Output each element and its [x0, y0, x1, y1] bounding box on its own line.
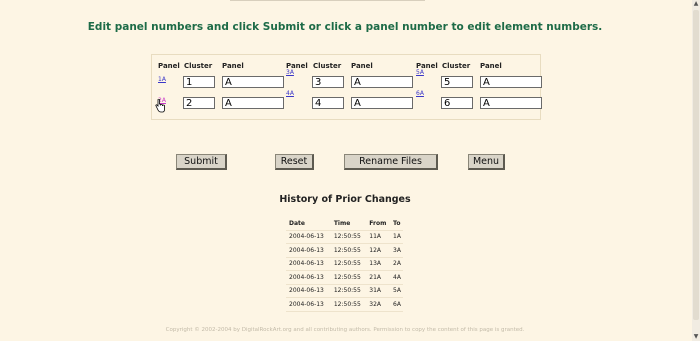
history-to: 4A — [390, 270, 403, 285]
history-date: 2004-06-13 — [286, 243, 331, 258]
history-date: 2004-06-13 — [286, 230, 331, 244]
history-time: 12:50:55 — [330, 284, 367, 298]
cluster-input-6a[interactable] — [441, 97, 473, 109]
history-to: 2A — [390, 257, 403, 271]
scroll-thumb[interactable] — [693, 10, 699, 320]
table-row: 2004-06-13 12:50:55 12A 3A — [286, 243, 403, 258]
history-from: 32A — [366, 297, 391, 312]
cluster-input-4a[interactable] — [312, 97, 344, 109]
history-to: 1A — [390, 230, 403, 244]
submit-button[interactable]: Submit — [176, 154, 227, 170]
history-to: 5A — [390, 284, 403, 298]
instruction-text: Edit panel numbers and click Submit or c… — [87, 21, 603, 33]
hand-pointer-icon — [155, 99, 165, 113]
header-panel-input-1: Panel — [222, 62, 244, 70]
panel-input-1a[interactable] — [222, 76, 284, 88]
panel-input-6a[interactable] — [480, 97, 542, 109]
history-from: 13A — [366, 257, 391, 271]
history-date: 2004-06-13 — [286, 297, 331, 312]
panel-input-2a[interactable] — [222, 97, 284, 109]
table-row: 2004-06-13 12:50:55 31A 5A — [286, 284, 403, 298]
cluster-input-5a[interactable] — [441, 76, 473, 88]
history-time: 12:50:55 — [330, 297, 367, 312]
history-from: 11A — [366, 230, 391, 244]
panel-link-6a[interactable]: 6A — [416, 90, 424, 97]
rename-files-button[interactable]: Rename Files — [344, 154, 438, 170]
history-from: 12A — [366, 243, 391, 258]
header-cluster-2: Cluster — [313, 62, 342, 70]
history-to: 3A — [390, 243, 403, 258]
panel-link-4a[interactable]: 4A — [286, 90, 294, 97]
table-row: 2004-06-13 12:50:55 11A 1A — [286, 230, 403, 244]
history-time: 12:50:55 — [330, 230, 367, 244]
menu-button[interactable]: Menu — [468, 154, 505, 170]
history-header-from: From — [366, 217, 391, 231]
history-time: 12:50:55 — [330, 243, 367, 258]
history-to: 6A — [390, 297, 403, 312]
history-header-to: To — [390, 217, 403, 231]
reset-button[interactable]: Reset — [275, 154, 314, 170]
panel-link-1a[interactable]: 1A — [158, 76, 166, 83]
vertical-scrollbar[interactable]: ▲ ▼ — [692, 0, 700, 341]
header-panel-input-2: Panel — [351, 62, 373, 70]
panel-input-3a[interactable] — [351, 76, 413, 88]
history-table: Date Time From To 2004-06-13 12:50:55 11… — [286, 217, 403, 312]
history-header-date: Date — [286, 217, 331, 231]
history-header-row: Date Time From To — [286, 217, 403, 231]
history-date: 2004-06-13 — [286, 257, 331, 271]
panel-link-3a[interactable]: 3A — [286, 69, 294, 76]
header-panel-input-3: Panel — [480, 62, 502, 70]
table-row: 2004-06-13 12:50:55 13A 2A — [286, 257, 403, 271]
history-from: 21A — [366, 270, 391, 285]
table-row: 2004-06-13 12:50:55 21A 4A — [286, 270, 403, 285]
history-time: 12:50:55 — [330, 257, 367, 271]
history-header-time: Time — [330, 217, 367, 231]
copyright-footer: Copyright © 2002-2004 by DigitalRockArt.… — [165, 327, 525, 333]
header-panel-1: Panel — [158, 62, 180, 70]
history-time: 12:50:55 — [330, 270, 367, 285]
panel-input-4a[interactable] — [351, 97, 413, 109]
panel-input-5a[interactable] — [480, 76, 542, 88]
scroll-down-arrow-icon[interactable]: ▼ — [692, 333, 700, 341]
cluster-input-2a[interactable] — [183, 97, 215, 109]
header-cluster-3: Cluster — [442, 62, 471, 70]
table-row: 2004-06-13 12:50:55 32A 6A — [286, 297, 403, 312]
history-date: 2004-06-13 — [286, 270, 331, 285]
scroll-up-arrow-icon[interactable]: ▲ — [692, 0, 700, 8]
header-cluster-1: Cluster — [184, 62, 213, 70]
history-date: 2004-06-13 — [286, 284, 331, 298]
history-from: 31A — [366, 284, 391, 298]
cluster-input-1a[interactable] — [183, 76, 215, 88]
panel-link-5a[interactable]: 5A — [416, 69, 424, 76]
cluster-input-3a[interactable] — [312, 76, 344, 88]
history-title: History of Prior Changes — [279, 194, 411, 205]
top-divider — [230, 0, 425, 1]
panel-table: Panel Cluster Panel 1A 2A Panel Cluster … — [151, 54, 542, 120]
